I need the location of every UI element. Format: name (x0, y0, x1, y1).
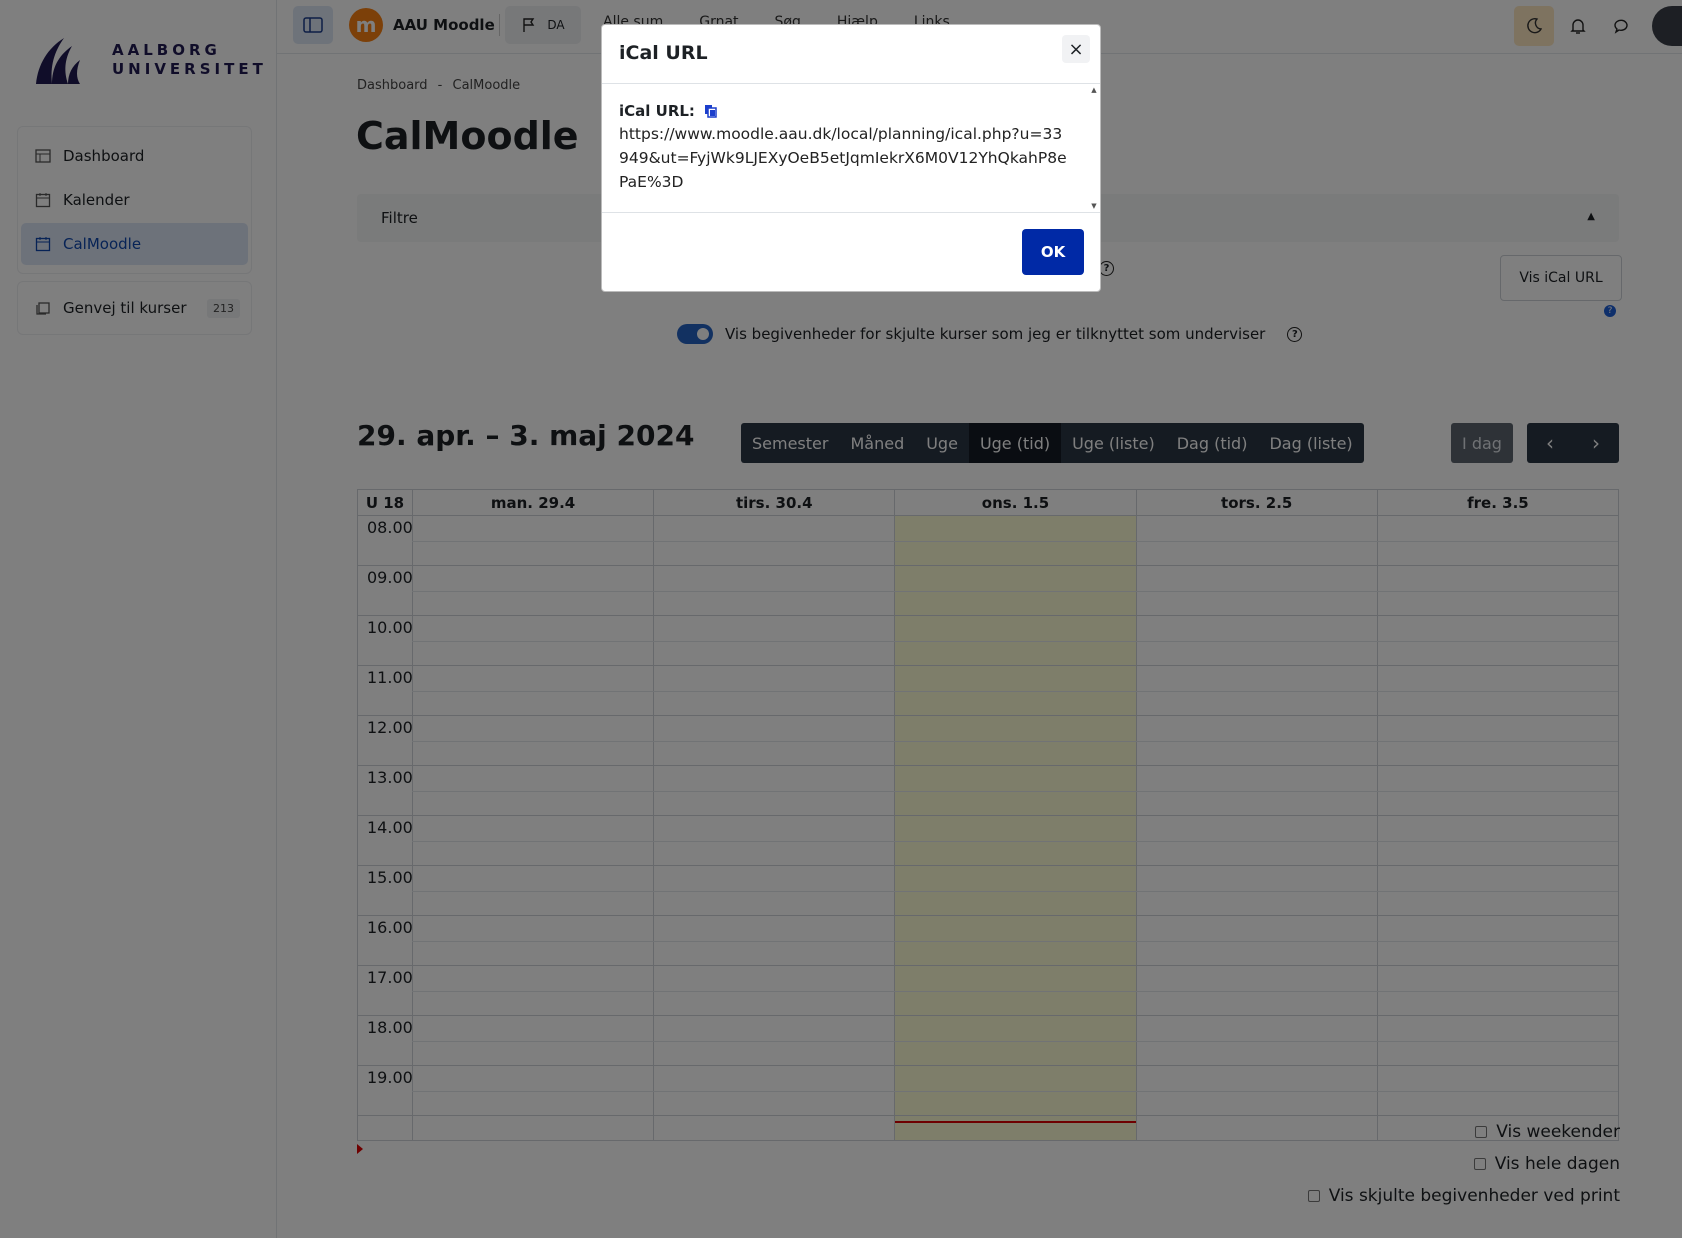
ical-url-text[interactable]: https://www.moodle.aau.dk/local/planning… (619, 122, 1070, 194)
scrollbar[interactable]: ▲ ▼ (1090, 86, 1098, 210)
scroll-down-icon[interactable]: ▼ (1090, 202, 1098, 210)
ok-button[interactable]: OK (1022, 229, 1084, 275)
modal-title: iCal URL (619, 42, 708, 64)
modal-body: iCal URL: https://www.moodle.aau.dk/loca… (602, 84, 1100, 213)
ical-url-modal: iCal URL × iCal URL: https://www.moodle.… (601, 24, 1101, 292)
close-icon[interactable]: × (1062, 35, 1090, 63)
copy-icon[interactable] (704, 104, 717, 118)
scroll-up-icon[interactable]: ▲ (1090, 86, 1098, 94)
ical-url-label: iCal URL: (619, 102, 1070, 120)
modal-header: iCal URL × (602, 25, 1100, 84)
